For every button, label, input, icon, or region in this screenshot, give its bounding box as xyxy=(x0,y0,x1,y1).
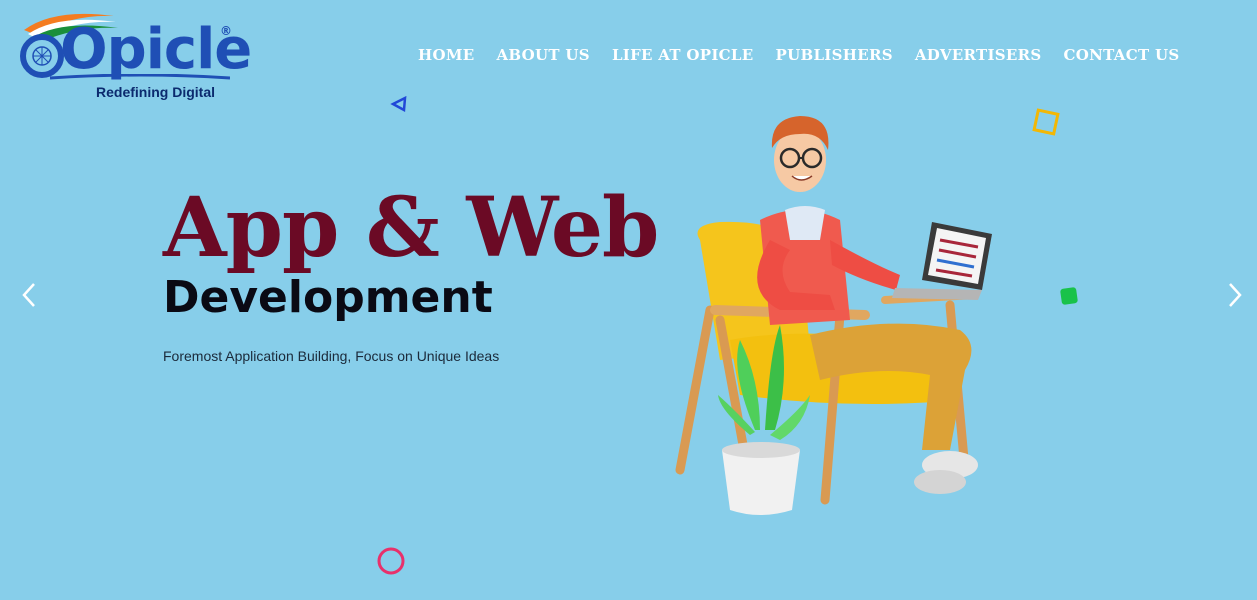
green-square-deco-icon xyxy=(1060,287,1078,305)
hero-subtitle: Development xyxy=(163,272,493,323)
slider-next-button[interactable] xyxy=(1220,280,1248,310)
logo-tagline: Redefining Digital xyxy=(96,84,215,100)
opicle-logo[interactable]: Opicle ® Redefining Digital xyxy=(14,8,252,104)
site-header: Opicle ® Redefining Digital HOME ABOUT U… xyxy=(0,0,1257,110)
nav-publishers[interactable]: PUBLISHERS xyxy=(776,46,893,64)
nav-life-at-opicle[interactable]: LIFE AT OPICLE xyxy=(612,46,754,64)
developer-on-chair-illustration xyxy=(675,116,992,515)
nav-home[interactable]: HOME xyxy=(418,46,474,64)
hero-description: Foremost Application Building, Focus on … xyxy=(163,348,500,364)
nav-advertisers[interactable]: ADVERTISERS xyxy=(915,46,1042,64)
chakra-icon xyxy=(20,34,64,78)
registered-mark: ® xyxy=(220,24,232,38)
logo-underline xyxy=(50,74,230,80)
hero-title: App & Web xyxy=(163,180,659,276)
slider-prev-button[interactable] xyxy=(16,280,44,310)
chevron-right-icon xyxy=(1229,283,1242,307)
triangle-deco-icon xyxy=(390,96,407,112)
square-outline-deco-icon xyxy=(1032,108,1060,136)
chevron-left-icon xyxy=(22,283,35,307)
nav-contact-us[interactable]: CONTACT US xyxy=(1064,46,1180,64)
main-nav: HOME ABOUT US LIFE AT OPICLE PUBLISHERS … xyxy=(418,46,1201,64)
nav-about-us[interactable]: ABOUT US xyxy=(496,46,589,64)
circle-deco-icon xyxy=(377,547,405,575)
